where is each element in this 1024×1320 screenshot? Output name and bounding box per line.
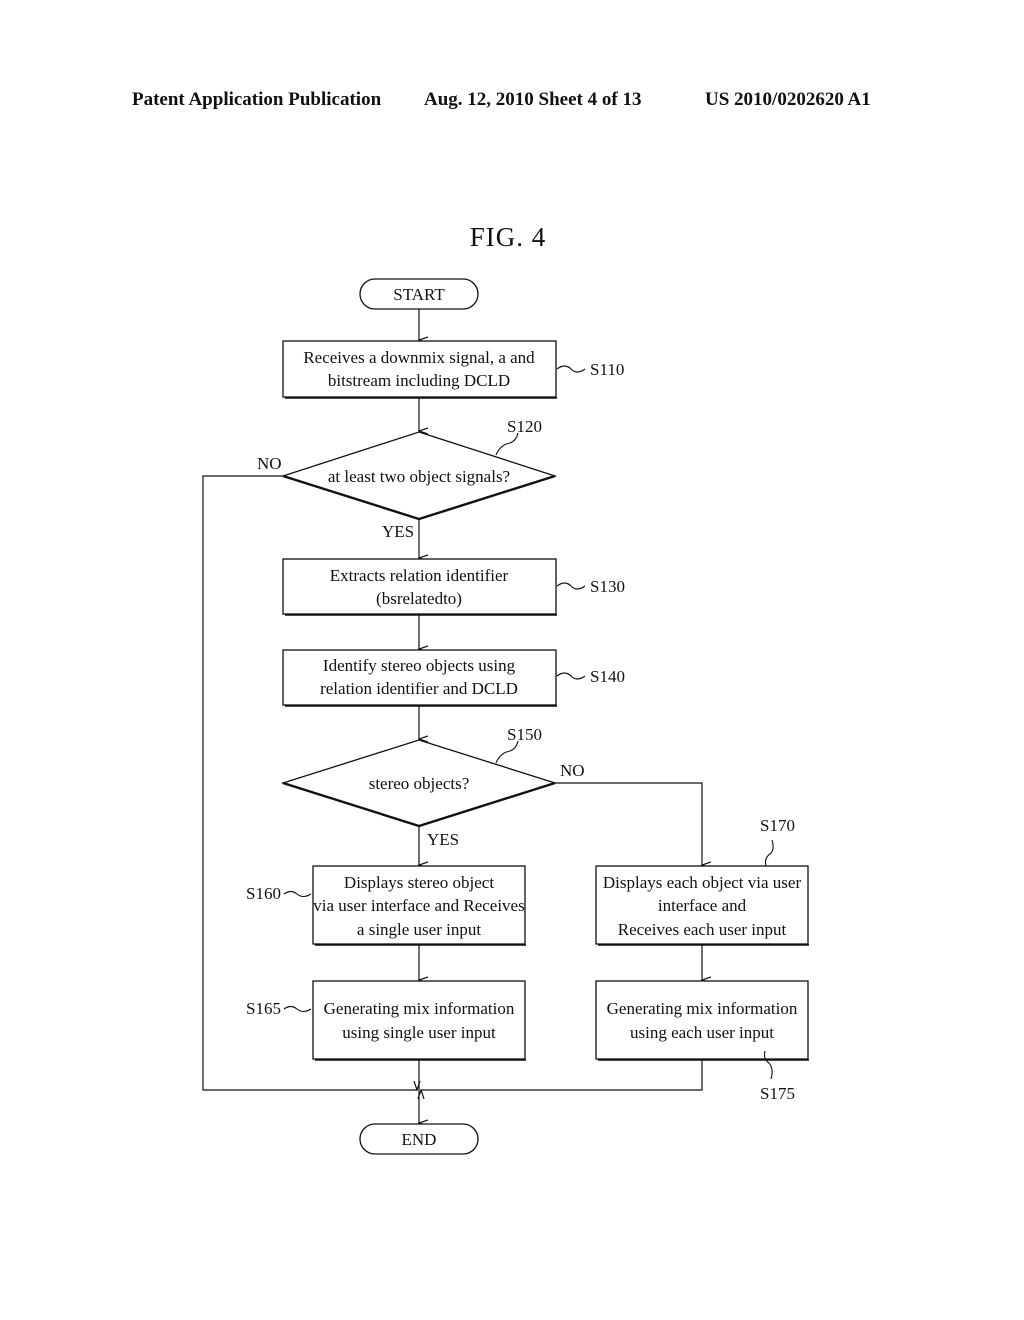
s140-line-1: Identify stereo objects using xyxy=(323,656,516,675)
start-label: START xyxy=(393,285,445,304)
start-terminal: START xyxy=(359,278,479,310)
s120-question: at least two object signals? xyxy=(328,467,510,486)
s120-no-label: NO xyxy=(257,454,282,473)
arrow-s175-to-end xyxy=(421,1060,703,1090)
s120-yes-label: YES xyxy=(382,522,414,541)
arrow-s150-s170 xyxy=(555,782,702,865)
s160-line-3: a single user input xyxy=(357,920,481,939)
s160-id: S160 xyxy=(246,884,281,903)
s175-line-1: Generating mix information xyxy=(607,999,798,1018)
end-label: END xyxy=(402,1130,437,1149)
process-s140: Identify stereo objects using relation i… xyxy=(282,649,625,707)
s150-leader xyxy=(495,740,519,764)
s170-leader xyxy=(764,839,774,867)
s140-leader xyxy=(556,672,586,680)
s170-line-1: Displays each object via user xyxy=(603,873,802,892)
s165-id: S165 xyxy=(246,999,281,1018)
s170-line-3: Receives each user input xyxy=(618,920,787,939)
s130-leader xyxy=(556,582,586,590)
s140-line-2: relation identifier and DCLD xyxy=(320,679,518,698)
s120-leader xyxy=(495,432,519,456)
s130-line-2: (bsrelatedto) xyxy=(376,589,462,608)
s165-line-1: Generating mix information xyxy=(324,999,515,1018)
s175-line-2: using each user input xyxy=(630,1023,774,1042)
s140-id: S140 xyxy=(590,667,625,686)
s175-id: S175 xyxy=(760,1084,795,1103)
s170-line-2: interface and xyxy=(658,896,747,915)
decision-s120: at least two object signals? S120 NO YES xyxy=(257,417,558,541)
s150-question: stereo objects? xyxy=(369,774,470,793)
process-s160: Displays stereo object via user interfac… xyxy=(246,865,526,946)
s160-line-1: Displays stereo object xyxy=(344,873,494,892)
s165-leader xyxy=(283,1005,312,1013)
process-s130: Extracts relation identifier (bsrelatedt… xyxy=(282,558,625,616)
s170-id: S170 xyxy=(760,816,795,835)
s130-line-1: Extracts relation identifier xyxy=(330,566,509,585)
s160-line-2: via user interface and Receives xyxy=(313,896,524,915)
s110-line-1: Receives a downmix signal, a and xyxy=(303,348,535,367)
s110-id: S110 xyxy=(590,360,624,379)
s150-id: S150 xyxy=(507,725,542,744)
s150-yes-label: YES xyxy=(427,830,459,849)
s130-id: S130 xyxy=(590,577,625,596)
decision-s150: stereo objects? S150 NO YES xyxy=(280,725,585,849)
process-s165: Generating mix information using single … xyxy=(246,980,526,1061)
process-s110: Receives a downmix signal, a and bitstre… xyxy=(282,340,624,399)
s120-id: S120 xyxy=(507,417,542,436)
s165-line-2: using single user input xyxy=(342,1023,496,1042)
s160-leader xyxy=(283,890,312,898)
flowchart: START Receives a downmix signal, a and b… xyxy=(202,278,809,1155)
s110-line-2: bitstream including DCLD xyxy=(328,371,510,390)
end-terminal: END xyxy=(359,1123,479,1155)
s150-no-label: NO xyxy=(560,761,585,780)
s110-leader xyxy=(556,365,586,373)
